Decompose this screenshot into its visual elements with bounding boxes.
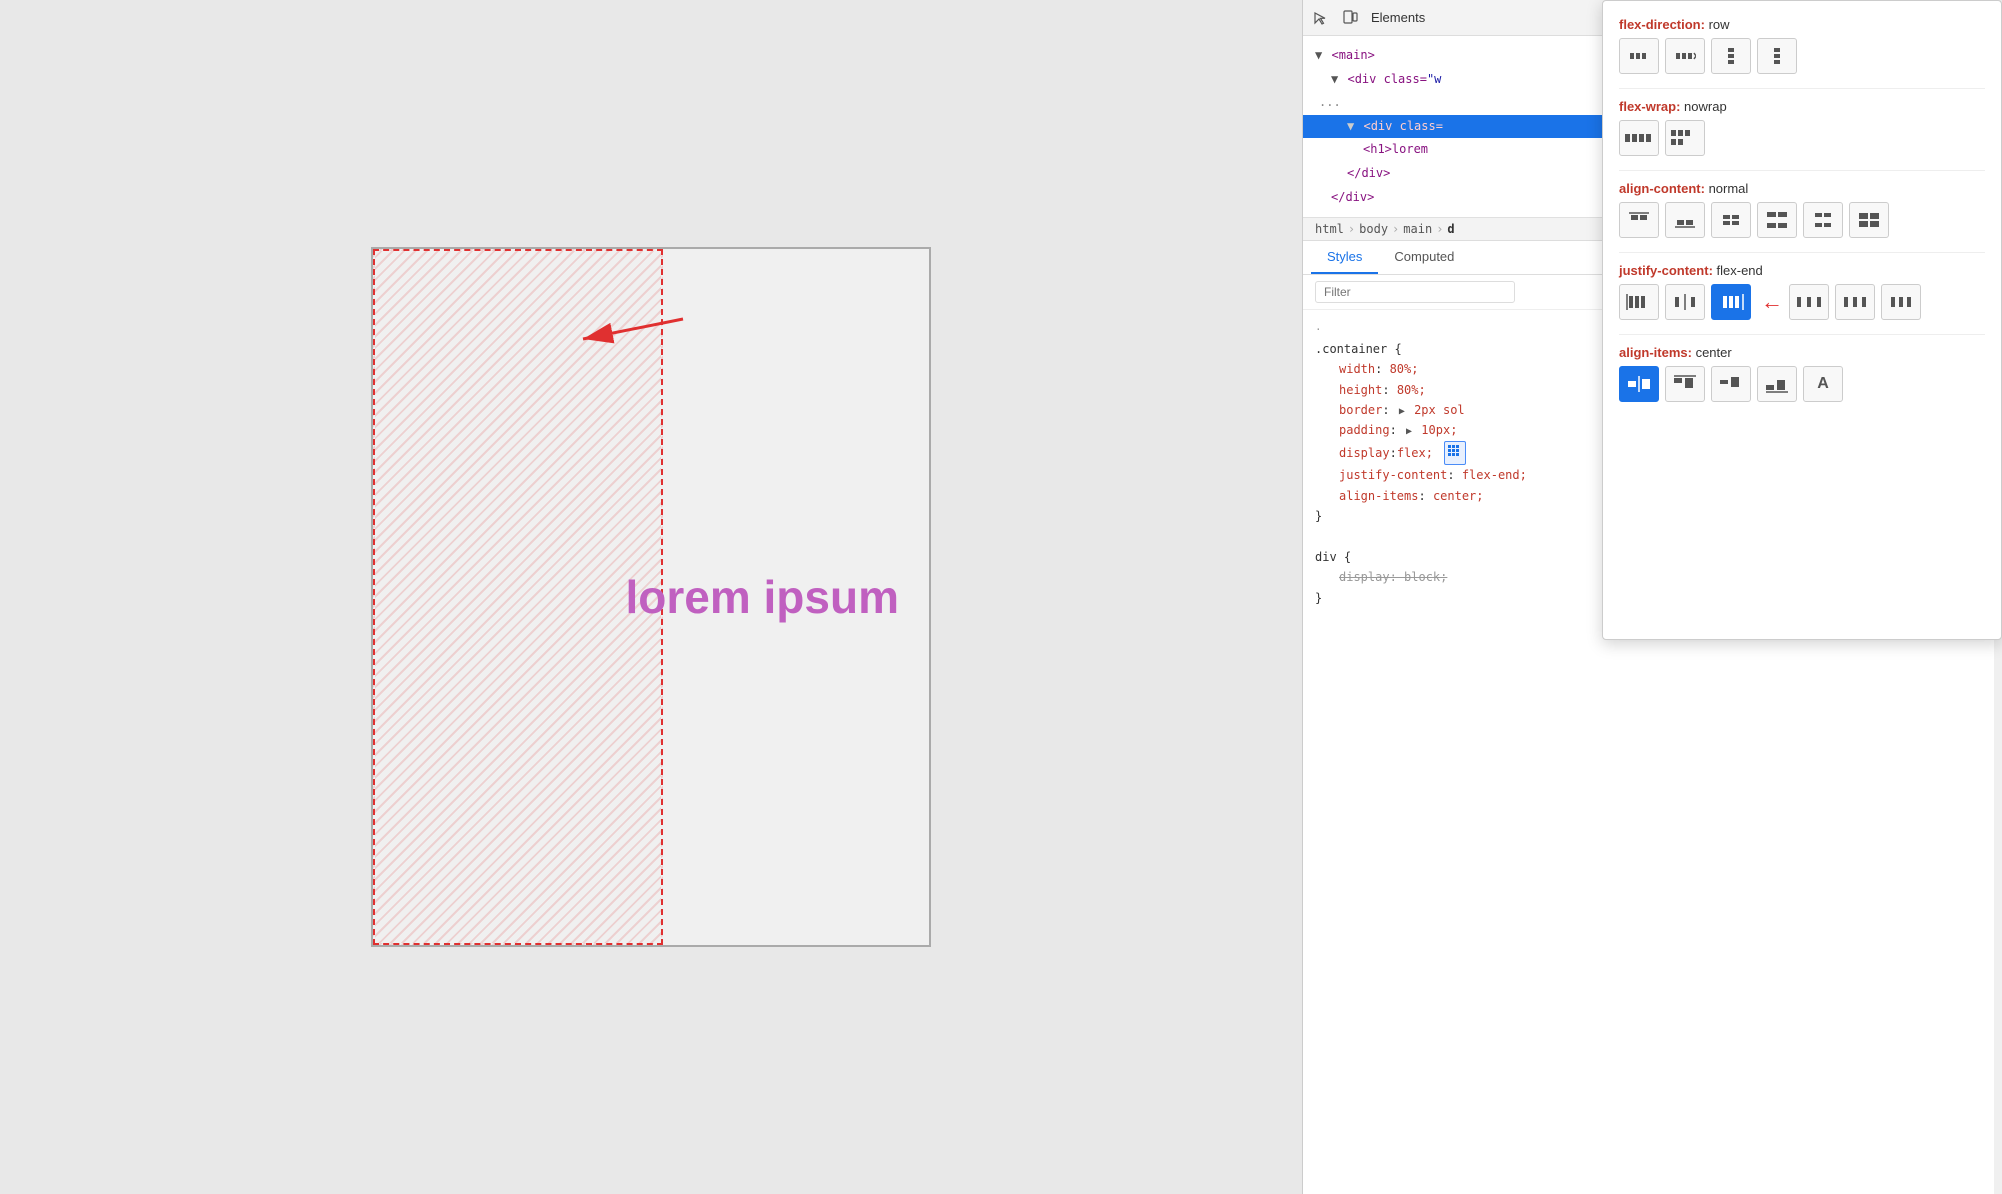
- css-selector-div: div {: [1315, 547, 1351, 567]
- flex-dir-row-reverse-btn[interactable]: [1665, 38, 1705, 74]
- jc-active-arrow: ←: [1761, 289, 1783, 315]
- flex-wrap-wrap-btn[interactable]: [1665, 120, 1705, 156]
- flex-inspector-popup: flex-direction: row: [1602, 0, 2002, 640]
- ai-flex-start-btn[interactable]: [1665, 366, 1705, 402]
- align-content-end-btn[interactable]: [1665, 202, 1705, 238]
- flex-dir-column-btn[interactable]: [1711, 38, 1751, 74]
- align-content-start-btn[interactable]: [1619, 202, 1659, 238]
- jc-space-evenly-btn[interactable]: [1881, 284, 1921, 320]
- align-content-buttons: [1619, 202, 1985, 238]
- flex-direction-section: flex-direction: row: [1619, 17, 1985, 74]
- align-content-center-btn[interactable]: [1711, 202, 1751, 238]
- devtools-panel: Elements ▼ <main> ▼ <div class="w ... ▼ …: [1302, 0, 2002, 1194]
- flex-grid-icon[interactable]: [1444, 441, 1466, 465]
- flex-direction-label: flex-direction: row: [1619, 17, 1985, 32]
- align-items-label: align-items: center: [1619, 345, 1985, 360]
- inspect-icon[interactable]: [1311, 9, 1329, 27]
- align-content-section: align-content: normal: [1619, 181, 1985, 238]
- tab-styles[interactable]: Styles: [1311, 241, 1378, 274]
- align-content-label: align-content: normal: [1619, 181, 1985, 196]
- flex-dir-row-btn[interactable]: [1619, 38, 1659, 74]
- flex-wrap-nowrap-btn[interactable]: [1619, 120, 1659, 156]
- flex-wrap-label: flex-wrap: nowrap: [1619, 99, 1985, 114]
- align-content-stretch-btn[interactable]: [1849, 202, 1889, 238]
- flex-dir-column-reverse-btn[interactable]: [1757, 38, 1797, 74]
- flex-wrap-section: flex-wrap: nowrap: [1619, 99, 1985, 156]
- align-items-section: align-items: center: [1619, 345, 1985, 402]
- browser-viewport: lorem ipsum: [0, 0, 1302, 1194]
- bc-d[interactable]: d: [1447, 222, 1454, 236]
- align-content-space-between-btn[interactable]: [1757, 202, 1797, 238]
- jc-space-around-btn[interactable]: [1835, 284, 1875, 320]
- flex-wrap-buttons: [1619, 120, 1985, 156]
- tab-computed[interactable]: Computed: [1378, 241, 1470, 274]
- elements-tab[interactable]: Elements: [1371, 10, 1425, 25]
- align-content-space-around-btn[interactable]: [1803, 202, 1843, 238]
- ai-baseline-btn[interactable]: A: [1803, 366, 1843, 402]
- jc-center-btn[interactable]: [1665, 284, 1705, 320]
- bc-main[interactable]: main: [1403, 222, 1432, 236]
- lorem-ipsum-text: lorem ipsum: [625, 570, 929, 624]
- bc-html[interactable]: html: [1315, 222, 1344, 236]
- justify-content-section: justify-content: flex-end ←: [1619, 263, 1985, 320]
- justify-content-buttons: ←: [1619, 284, 1985, 320]
- bc-body[interactable]: body: [1359, 222, 1388, 236]
- align-items-buttons: A: [1619, 366, 1985, 402]
- red-arrow-indicator: [553, 309, 713, 369]
- jc-flex-start-btn[interactable]: [1619, 284, 1659, 320]
- ai-bar-center-btn[interactable]: [1711, 366, 1751, 402]
- flex-direction-buttons: [1619, 38, 1985, 74]
- jc-space-between-btn[interactable]: [1789, 284, 1829, 320]
- filter-input[interactable]: [1315, 281, 1515, 303]
- justify-content-label: justify-content: flex-end: [1619, 263, 1985, 278]
- ai-flex-end-btn[interactable]: [1757, 366, 1797, 402]
- ai-center-btn[interactable]: [1619, 366, 1659, 402]
- jc-flex-end-btn[interactable]: [1711, 284, 1751, 320]
- page-container: lorem ipsum: [371, 247, 931, 947]
- device-icon[interactable]: [1341, 9, 1359, 27]
